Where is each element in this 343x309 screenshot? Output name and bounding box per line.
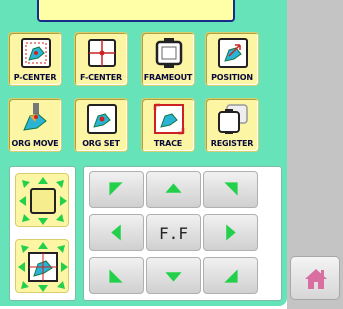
origin-set-icon (87, 104, 117, 134)
frameout-label: FRAMEOUT (143, 73, 193, 82)
move-up-right-button[interactable] (203, 171, 258, 208)
move-up-left-button[interactable] (89, 171, 144, 208)
arrow-up-icon (165, 183, 182, 193)
position-button[interactable]: POSITION (205, 32, 259, 86)
frame-size-group (9, 166, 76, 301)
jog-pad: F.F (83, 166, 282, 301)
p-center-label: P-CENTER (13, 73, 57, 82)
org-set-button[interactable]: ORG SET (74, 98, 128, 152)
arrow-down-icon (165, 272, 182, 282)
arrow-down-left-icon (109, 269, 123, 283)
frame-out-icon (155, 38, 183, 68)
move-right-button[interactable] (203, 214, 258, 251)
move-left-button[interactable] (89, 214, 144, 251)
trace-label: TRACE (153, 139, 183, 148)
frame-expand-button[interactable] (15, 173, 69, 227)
org-move-button[interactable]: ORG MOVE (8, 98, 62, 152)
trace-button[interactable]: TRACE (141, 98, 195, 152)
arrow-left-icon (111, 224, 121, 241)
embroidery-control-screen: { "function_buttons": [ {"label": "P-CEN… (0, 0, 343, 309)
register-icon (218, 104, 248, 134)
position-icon (218, 38, 248, 68)
f-center-label: F-CENTER (79, 73, 123, 82)
message-display (37, 0, 235, 22)
arrow-up-left-icon (109, 182, 123, 196)
trace-icon (153, 103, 185, 135)
org-set-label: ORG SET (82, 139, 120, 148)
move-up-button[interactable] (146, 171, 201, 208)
f-center-icon (88, 39, 116, 67)
frame-forward-button[interactable]: F.F (146, 214, 201, 251)
move-down-left-button[interactable] (89, 257, 144, 294)
frameout-button[interactable]: FRAMEOUT (141, 32, 195, 86)
frame-expand-icon (19, 177, 67, 225)
origin-move-icon (23, 103, 47, 131)
arrow-right-icon (226, 224, 236, 241)
arrow-down-right-icon (224, 269, 238, 283)
position-label: POSITION (211, 73, 253, 82)
p-center-button[interactable]: P-CENTER (8, 32, 62, 86)
arrow-up-right-icon (224, 182, 238, 196)
p-center-icon (21, 38, 51, 68)
frame-forward-label: F.F (159, 224, 188, 243)
home-icon (305, 269, 327, 289)
register-button[interactable]: REGISTER (205, 98, 259, 152)
pattern-expand-icon (18, 242, 68, 292)
register-label: REGISTER (210, 139, 254, 148)
pattern-expand-button[interactable] (15, 239, 69, 293)
move-down-right-button[interactable] (203, 257, 258, 294)
org-move-label: ORG MOVE (11, 139, 59, 148)
home-button[interactable] (290, 256, 340, 300)
move-down-button[interactable] (146, 257, 201, 294)
f-center-button[interactable]: F-CENTER (74, 32, 128, 86)
